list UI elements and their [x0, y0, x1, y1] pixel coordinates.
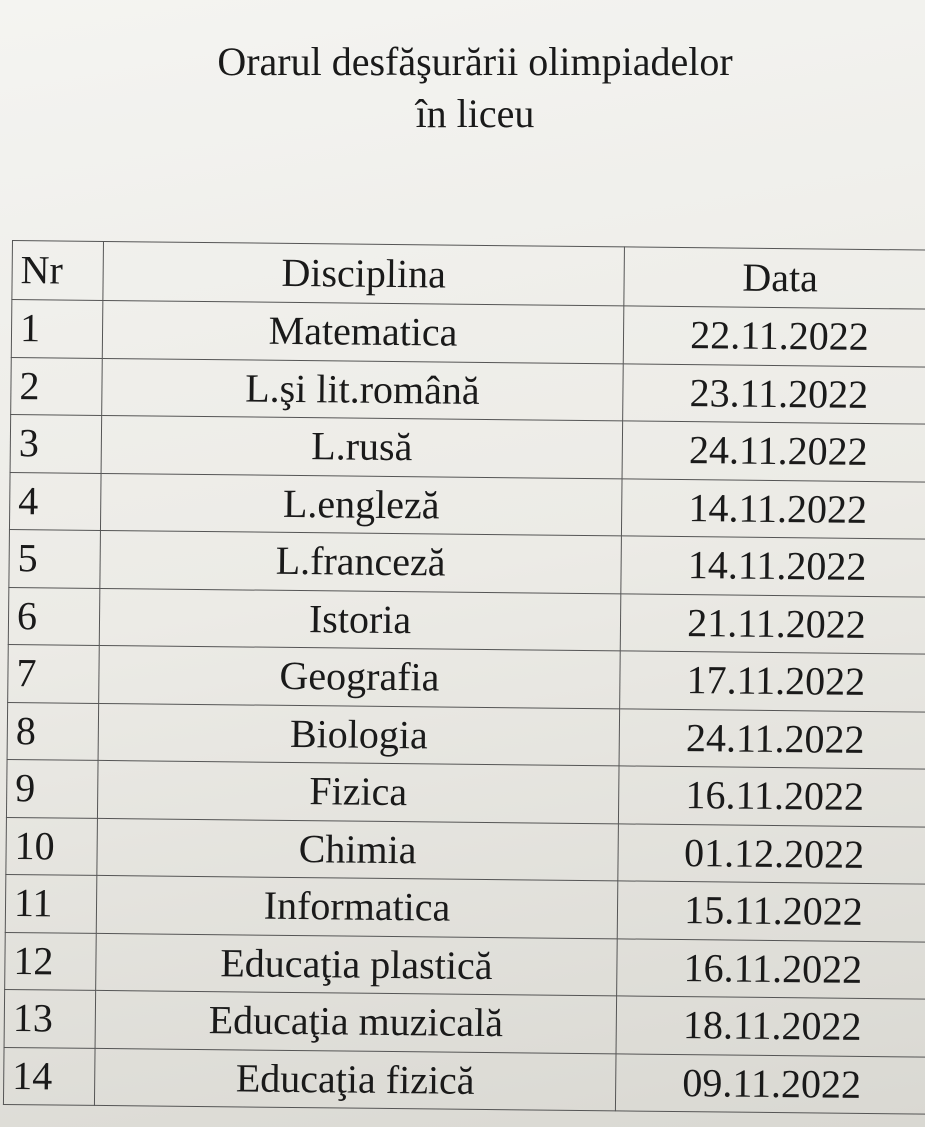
table-row: 1 Matematica 22.11.2022	[11, 299, 925, 367]
cell-date: 16.11.2022	[616, 938, 925, 1000]
cell-date: 22.11.2022	[623, 305, 925, 367]
table-row: 2 L.şi lit.română 23.11.2022	[10, 356, 925, 425]
table-row: 9 Fizica 16.11.2022	[6, 759, 925, 827]
cell-discipline: L.şi lit.română	[101, 357, 624, 421]
cell-nr: 3	[10, 414, 102, 473]
cell-discipline: Chimia	[96, 817, 619, 881]
table-row: 14 Educaţia fizică 09.11.2022	[3, 1046, 925, 1115]
cell-discipline: Istoria	[99, 587, 621, 651]
cell-date: 14.11.2022	[621, 478, 925, 540]
title-line-1: Orarul desfăşurării olimpiadelor	[217, 39, 733, 84]
table-row: 13 Educaţia muzicală 18.11.2022	[4, 989, 925, 1057]
cell-date: 09.11.2022	[615, 1053, 925, 1115]
cell-nr: 11	[5, 874, 97, 933]
cell-nr: 1	[11, 299, 103, 358]
table-row: 12 Educaţia plastică 16.11.2022	[4, 931, 925, 1000]
cell-nr: 9	[6, 759, 99, 818]
table-row: 10 Chimia 01.12.2022	[5, 816, 925, 885]
document-title: Orarul desfăşurării olimpiadelor în lice…	[0, 36, 925, 140]
header-discipline: Disciplina	[102, 241, 625, 306]
cell-discipline: Educaţia plastică	[95, 932, 618, 996]
cell-date: 18.11.2022	[616, 995, 925, 1057]
table-row: 5 L.franceză 14.11.2022	[8, 529, 925, 597]
cell-date: 01.12.2022	[617, 823, 925, 885]
cell-date: 21.11.2022	[620, 593, 925, 655]
table-row: 6 Istoria 21.11.2022	[8, 586, 925, 655]
cell-discipline: Educaţia muzicală	[95, 990, 617, 1054]
table-row: 4 L.engleză 14.11.2022	[9, 471, 925, 540]
table-row: 8 Biologia 24.11.2022	[7, 701, 925, 770]
cell-nr: 2	[10, 356, 103, 416]
cell-discipline: L.engleză	[100, 472, 623, 536]
cell-discipline: L.franceză	[99, 530, 622, 594]
cell-nr: 4	[9, 471, 102, 531]
title-line-2: în liceu	[415, 91, 535, 136]
cell-date: 24.11.2022	[622, 420, 925, 482]
cell-nr: 6	[8, 586, 100, 646]
cell-date: 15.11.2022	[617, 880, 925, 942]
header-date: Data	[623, 246, 925, 310]
cell-date: 17.11.2022	[619, 650, 925, 712]
cell-date: 16.11.2022	[618, 765, 925, 827]
olympiad-schedule-table: Nr Disciplina Data 1 Matematica 22.11.2022…	[3, 240, 925, 1115]
cell-nr: 12	[4, 931, 97, 991]
cell-date: 24.11.2022	[619, 708, 925, 770]
cell-discipline: Informatica	[96, 875, 618, 939]
table-row: 7 Geografia 17.11.2022	[7, 644, 925, 712]
header-row: Nr Disciplina Data	[11, 240, 925, 310]
cell-discipline: Biologia	[98, 702, 620, 766]
cell-discipline: Geografia	[98, 645, 621, 709]
cell-nr: 7	[7, 644, 100, 703]
cell-nr: 5	[8, 529, 101, 588]
cell-nr: 14	[3, 1046, 96, 1106]
cell-nr: 10	[5, 816, 98, 876]
cell-nr: 13	[4, 989, 96, 1048]
cell-date: 23.11.2022	[622, 363, 925, 425]
cell-discipline: L.rusă	[101, 415, 623, 479]
cell-discipline: Educaţia fizică	[94, 1047, 617, 1111]
header-nr: Nr	[11, 240, 104, 301]
cell-discipline: Fizica	[97, 760, 620, 824]
cell-date: 14.11.2022	[620, 535, 925, 597]
cell-nr: 8	[7, 701, 99, 761]
table-row: 11 Informatica 15.11.2022	[5, 874, 925, 942]
table-row: 3 L.rusă 24.11.2022	[10, 414, 925, 482]
cell-discipline: Matematica	[102, 300, 624, 364]
